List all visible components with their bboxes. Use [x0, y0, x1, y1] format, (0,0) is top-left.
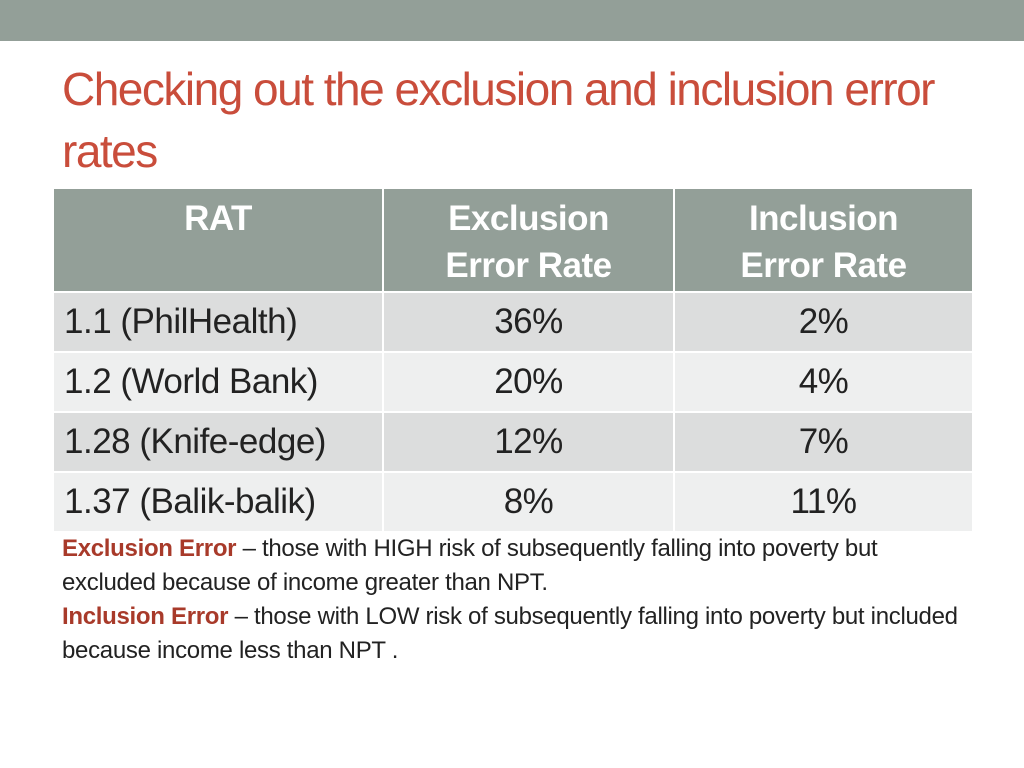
header-exclusion-rate: Exclusion Error Rate: [382, 187, 675, 293]
inclusion-definition: Inclusion Error – those with LOW risk of…: [62, 600, 962, 668]
cell-rat: 1.2 (World Bank): [52, 351, 384, 413]
cell-exclusion: 36%: [382, 291, 675, 353]
cell-rat: 1.1 (PhilHealth): [52, 291, 384, 353]
slide-title: Checking out the exclusion and inclusion…: [62, 63, 935, 177]
table-row: 1.2 (World Bank) 20% 4%: [52, 351, 974, 413]
header-inclusion-line2: Error Rate: [740, 246, 907, 285]
cell-exclusion: 12%: [382, 411, 675, 473]
cell-inclusion: 4%: [673, 351, 974, 413]
cell-inclusion: 2%: [673, 291, 974, 353]
table-row: 1.37 (Balik-balik) 8% 11%: [52, 471, 974, 533]
header-inclusion-rate: Inclusion Error Rate: [673, 187, 974, 293]
header-rat: RAT: [52, 187, 384, 293]
table-row: 1.28 (Knife-edge) 12% 7%: [52, 411, 974, 473]
header-band: [0, 0, 1024, 41]
cell-inclusion: 11%: [673, 471, 974, 533]
cell-rat: 1.37 (Balik-balik): [52, 471, 384, 533]
cell-rat: 1.28 (Knife-edge): [52, 411, 384, 473]
exclusion-definition: Exclusion Error – those with HIGH risk o…: [62, 532, 962, 600]
inclusion-term: Inclusion Error: [62, 603, 229, 630]
header-exclusion-line2: Error Rate: [445, 246, 612, 285]
definitions: Exclusion Error – those with HIGH risk o…: [62, 532, 962, 668]
table-row: 1.1 (PhilHealth) 36% 2%: [52, 291, 974, 353]
exclusion-term: Exclusion Error: [62, 535, 237, 562]
header-rat-label: RAT: [184, 199, 252, 238]
header-inclusion-line1: Inclusion: [748, 199, 899, 238]
cell-inclusion: 7%: [673, 411, 974, 473]
table-header-row: RAT Exclusion Error Rate Inclusion Error…: [52, 187, 974, 293]
error-rates-table: RAT Exclusion Error Rate Inclusion Error…: [52, 187, 974, 533]
cell-exclusion: 20%: [382, 351, 675, 413]
cell-exclusion: 8%: [382, 471, 675, 533]
header-exclusion-line1: Exclusion: [448, 199, 609, 238]
